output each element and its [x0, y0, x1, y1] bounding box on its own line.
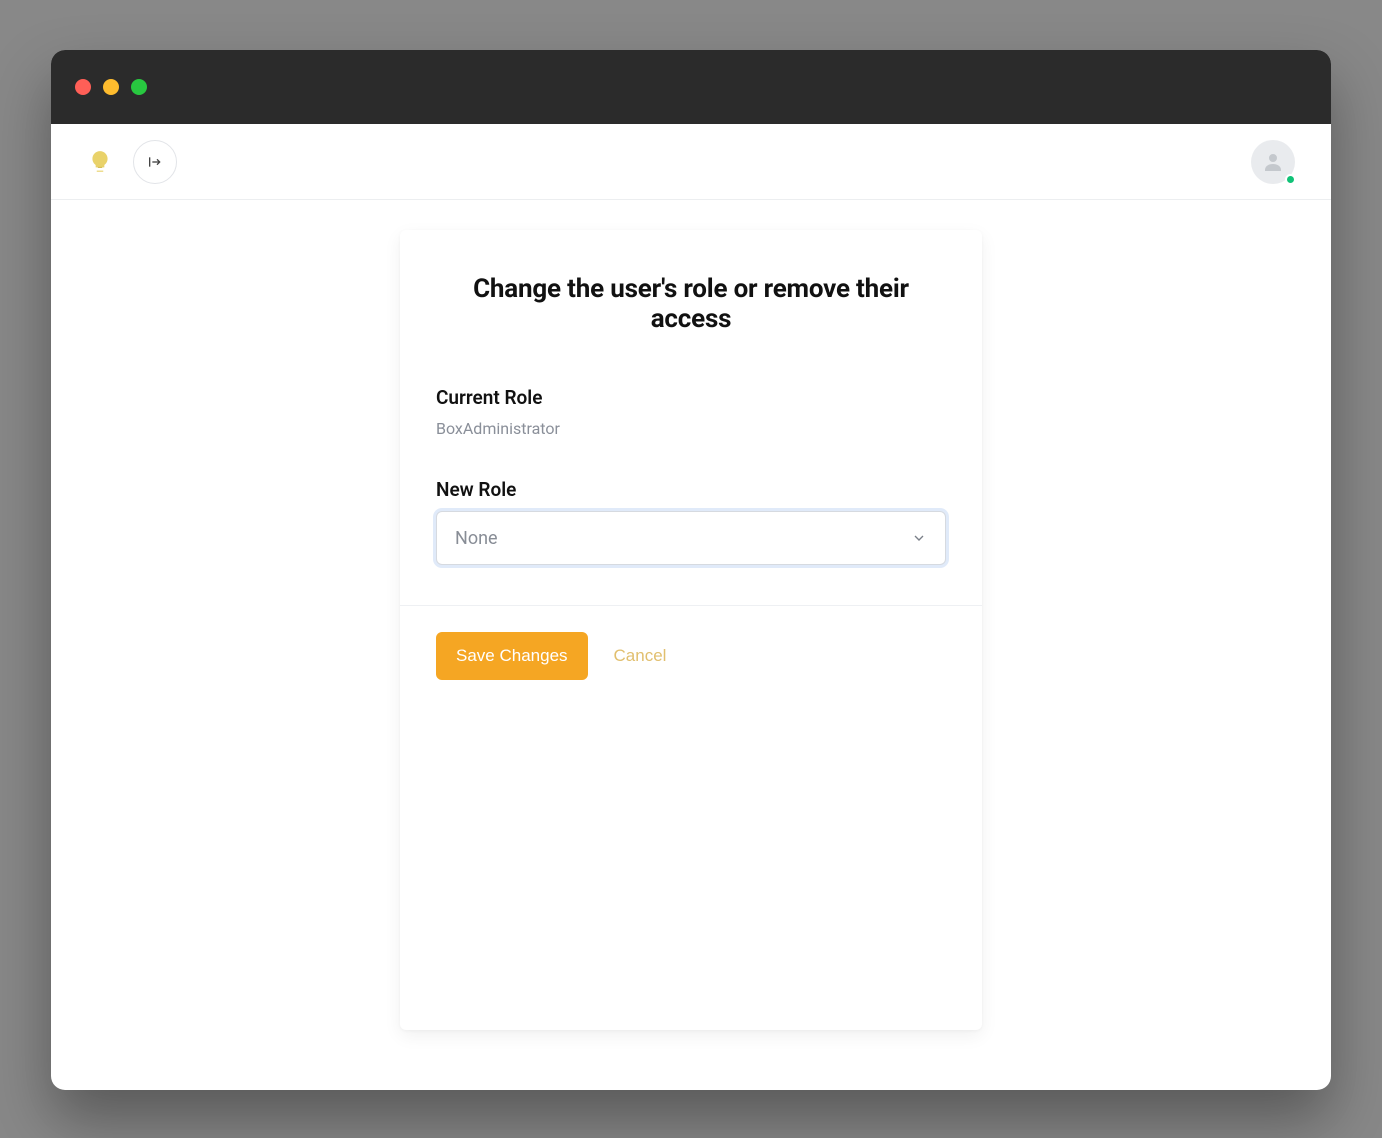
- status-online-icon: [1285, 174, 1296, 185]
- new-role-selected-value: None: [455, 528, 498, 549]
- app-logo-icon: [87, 149, 113, 175]
- new-role-select[interactable]: None: [436, 511, 946, 565]
- app-topbar: [51, 124, 1331, 200]
- change-role-card: Change the user's role or remove their a…: [400, 230, 982, 1030]
- user-menu[interactable]: [1251, 140, 1295, 184]
- browser-window: Change the user's role or remove their a…: [51, 50, 1331, 1090]
- expand-right-icon: [147, 154, 163, 170]
- window-minimize-icon[interactable]: [103, 79, 119, 95]
- save-button[interactable]: Save Changes: [436, 632, 588, 680]
- sidebar-toggle-button[interactable]: [133, 140, 177, 184]
- current-role-label: Current Role: [436, 386, 946, 409]
- window-titlebar: [51, 50, 1331, 124]
- card-body: Change the user's role or remove their a…: [400, 230, 982, 605]
- person-icon: [1261, 150, 1285, 174]
- chevron-down-icon: [911, 530, 927, 546]
- page-content: Change the user's role or remove their a…: [51, 200, 1331, 1090]
- cancel-button[interactable]: Cancel: [614, 646, 667, 666]
- window-close-icon[interactable]: [75, 79, 91, 95]
- window-maximize-icon[interactable]: [131, 79, 147, 95]
- new-role-label: New Role: [436, 478, 946, 501]
- current-role-value: BoxAdministrator: [436, 419, 946, 438]
- topbar-left: [87, 140, 177, 184]
- card-actions: Save Changes Cancel: [400, 605, 982, 722]
- card-title: Change the user's role or remove their a…: [436, 274, 946, 334]
